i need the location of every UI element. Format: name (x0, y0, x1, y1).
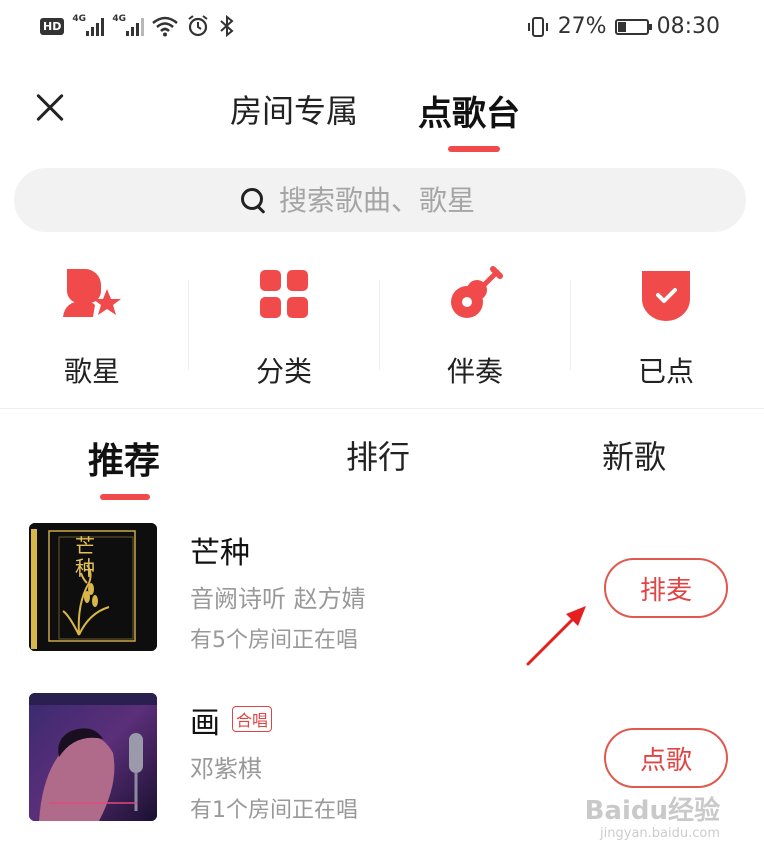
tab-new-songs[interactable]: 新歌 (602, 432, 666, 478)
vibrate-icon (527, 16, 548, 37)
search-icon (239, 186, 267, 214)
category-accompaniment[interactable]: 伴奏 (380, 262, 570, 392)
tab-room-exclusive[interactable]: 房间专属 (230, 86, 358, 132)
bluetooth-icon (220, 14, 234, 38)
active-subtab-indicator (100, 494, 150, 500)
song-artist: 音阙诗听 赵方婧 (190, 585, 366, 613)
category-requested[interactable]: 已点 (571, 262, 761, 392)
cover-title: 芒种 (75, 534, 95, 580)
song-artist: 邓紫棋 (190, 755, 262, 783)
close-icon[interactable] (30, 88, 70, 128)
tab-song-request[interactable]: 点歌台 (418, 86, 520, 135)
wifi-icon (152, 16, 179, 37)
annotation-arrow-icon (526, 606, 586, 666)
song-title[interactable]: 芒种 (190, 528, 250, 572)
clock: 08:30 (656, 14, 720, 39)
status-bar: HD 4G 4G 27% 08:30 (0, 0, 764, 60)
hd-badge: HD (40, 17, 65, 35)
battery-icon (614, 18, 652, 35)
song-room-count: 有1个房间正在唱 (190, 798, 358, 823)
category-label: 歌星 (63, 355, 120, 388)
tab-ranking[interactable]: 排行 (346, 432, 410, 478)
watermark-url: jingyan.baidu.com (600, 826, 720, 841)
category-label: 伴奏 (446, 355, 503, 388)
active-tab-indicator (448, 146, 500, 152)
album-cover[interactable] (29, 693, 157, 821)
song-title[interactable]: 画 (190, 698, 220, 742)
song-room-count: 有5个房间正在唱 (190, 628, 358, 653)
status-right: 27% 08:30 (526, 14, 720, 39)
search-bar[interactable] (14, 168, 746, 232)
singer-icon (60, 262, 124, 326)
album-cover[interactable]: 芒种 (29, 523, 157, 651)
category-singer[interactable]: 歌星 (0, 262, 187, 392)
duet-badge: 合唱 (232, 706, 273, 732)
category-grid-icon (252, 262, 316, 326)
watermark-logo: Baidu经验 (584, 796, 720, 826)
category-genre[interactable]: 分类 (189, 262, 379, 392)
tab-recommended[interactable]: 推荐 (88, 432, 160, 484)
request-song-button[interactable]: 点歌 (604, 728, 728, 788)
checked-shield-icon (634, 262, 698, 326)
search-input[interactable] (277, 182, 521, 218)
queue-button[interactable]: 排麦 (604, 558, 728, 618)
category-label: 分类 (255, 355, 312, 388)
status-left: HD 4G 4G (40, 14, 236, 38)
alarm-icon (188, 15, 208, 37)
guitar-icon (443, 262, 507, 326)
category-label: 已点 (637, 355, 694, 388)
battery-percent: 27% (557, 14, 607, 39)
signal-icon-2: 4G (112, 14, 145, 36)
signal-icon-1: 4G (72, 14, 105, 36)
section-divider (0, 408, 764, 409)
